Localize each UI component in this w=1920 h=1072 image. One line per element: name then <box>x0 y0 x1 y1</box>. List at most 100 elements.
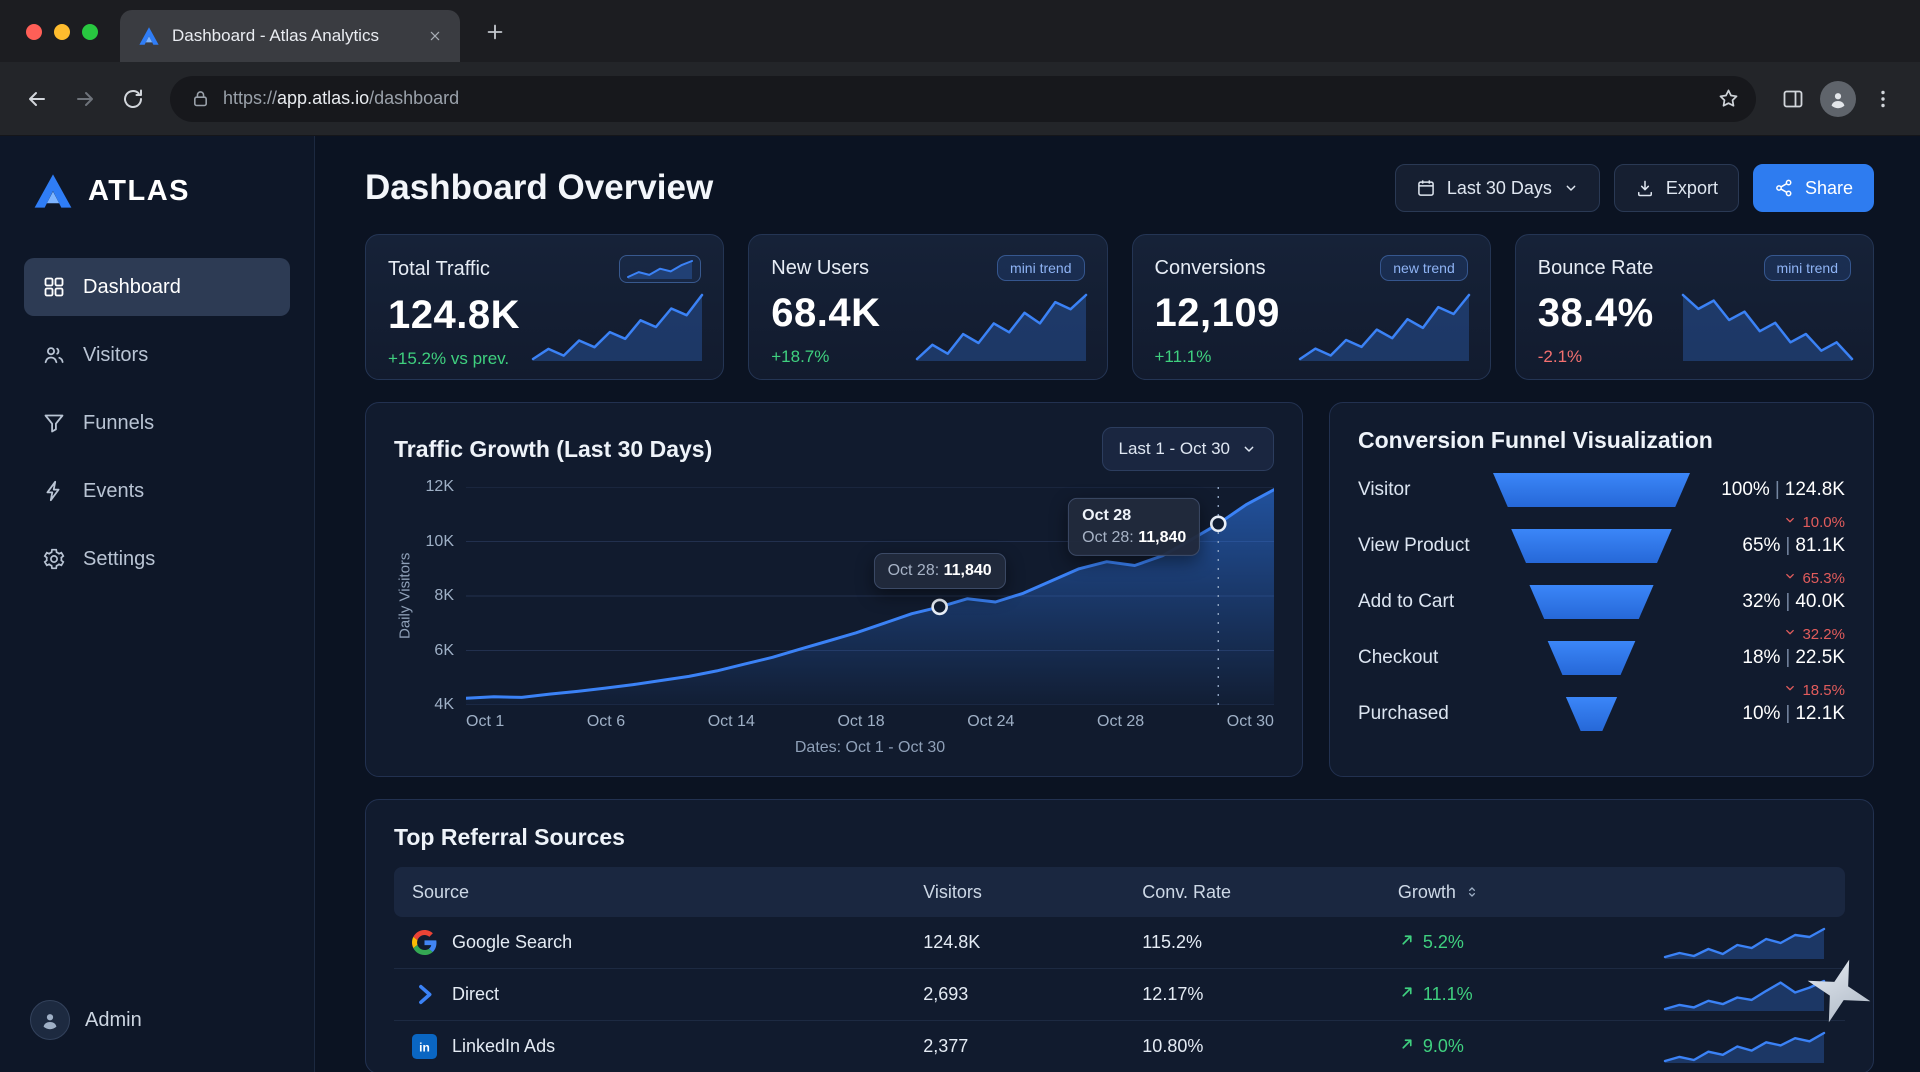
funnel-stage-values: 18%|22.5K <box>1690 647 1845 669</box>
funnel-stage-label: Visitor <box>1358 479 1493 501</box>
referral-source-name: Direct <box>452 984 499 1005</box>
funnel-segment[interactable] <box>1493 697 1690 731</box>
kpi-label: Total Traffic <box>388 258 490 281</box>
funnel-segment[interactable] <box>1493 529 1690 563</box>
sidebar-item-label: Settings <box>83 548 155 571</box>
reload-button[interactable] <box>112 78 154 120</box>
funnel-title: Conversion Funnel Visualization <box>1358 427 1845 454</box>
user-label: Admin <box>85 1009 142 1032</box>
traffic-growth-card: Traffic Growth (Last 30 Days) Last 1 - O… <box>365 402 1303 777</box>
back-button[interactable] <box>16 78 58 120</box>
window-controls <box>26 24 98 40</box>
sidebar-item-label: Funnels <box>83 412 154 435</box>
kpi-sparkline <box>1297 292 1472 367</box>
export-button[interactable]: Export <box>1614 164 1739 212</box>
sidebar-item-label: Events <box>83 480 144 503</box>
sidebar-item-settings[interactable]: Settings <box>24 530 290 588</box>
users-icon <box>42 343 66 367</box>
kpi-label: Bounce Rate <box>1538 257 1654 280</box>
sidebar-item-funnels[interactable]: Funnels <box>24 394 290 452</box>
referrals-title: Top Referral Sources <box>394 824 1845 851</box>
chart-range-label: Last 1 - Oct 30 <box>1119 439 1231 459</box>
conversion-funnel-card: Conversion Funnel Visualization Visitor … <box>1329 402 1874 777</box>
funnel-segment[interactable] <box>1493 641 1690 675</box>
kpi-card-new-users[interactable]: New Users mini trend 68.4K +18.7% <box>748 234 1107 380</box>
sidebar-item-dashboard[interactable]: Dashboard <box>24 258 290 316</box>
funnel-rows: Visitor 100%|124.8K 10.0% View Product 6… <box>1358 472 1845 732</box>
browser-tab[interactable]: Dashboard - Atlas Analytics <box>120 10 460 62</box>
kpi-trend-badge: mini trend <box>1764 255 1851 281</box>
kpi-card-total-traffic[interactable]: Total Traffic 124.8K +15.2% vs prev. <box>365 234 724 380</box>
address-bar[interactable]: https://app.atlas.io/dashboard <box>170 76 1756 122</box>
bookmark-star-icon[interactable] <box>1717 87 1740 110</box>
forward-button[interactable] <box>64 78 106 120</box>
page-title: Dashboard Overview <box>365 168 713 208</box>
y-tick: 10K <box>426 533 454 551</box>
row-sparkline <box>1662 926 1827 960</box>
referral-row-direct[interactable]: Direct 2,693 12.17% 11.1% <box>394 969 1845 1021</box>
funnel-stage-label: Purchased <box>1358 703 1493 725</box>
window-close-button[interactable] <box>26 24 42 40</box>
referral-source-name: Google Search <box>452 932 572 953</box>
chart-range-selector[interactable]: Last 1 - Oct 30 <box>1102 427 1275 471</box>
y-tick: 6K <box>434 642 454 660</box>
user-avatar <box>30 1000 70 1040</box>
sidebar-item-events[interactable]: Events <box>24 462 290 520</box>
browser-tab-strip: Dashboard - Atlas Analytics <box>0 0 1920 62</box>
referral-conv-rate: 115.2% <box>1142 932 1398 953</box>
kpi-card-bounce-rate[interactable]: Bounce Rate mini trend 38.4% -2.1% <box>1515 234 1874 380</box>
sidebar-item-visitors[interactable]: Visitors <box>24 326 290 384</box>
share-button[interactable]: Share <box>1753 164 1874 212</box>
profile-avatar[interactable] <box>1820 81 1856 117</box>
referral-conv-rate: 12.17% <box>1142 984 1398 1005</box>
x-tick: Oct 1 <box>466 713 504 731</box>
row-sparkline <box>1662 1030 1827 1064</box>
kpi-label: New Users <box>771 257 869 280</box>
side-panel-icon[interactable] <box>1772 78 1814 120</box>
referral-sources-card: Top Referral Sources Source Visitors Con… <box>365 799 1874 1072</box>
window-zoom-button[interactable] <box>82 24 98 40</box>
funnel-segment[interactable] <box>1493 585 1690 619</box>
menu-kebab-icon[interactable] <box>1862 78 1904 120</box>
funnel-segment[interactable] <box>1493 473 1690 507</box>
page-header: Dashboard Overview Last 30 Days Export S… <box>365 164 1874 212</box>
column-visitors: Visitors <box>923 882 1142 903</box>
main-content: Dashboard Overview Last 30 Days Export S… <box>315 136 1920 1072</box>
window-minimize-button[interactable] <box>54 24 70 40</box>
column-conv-rate: Conv. Rate <box>1142 882 1398 903</box>
google-icon <box>412 930 437 955</box>
referral-conv-rate: 10.80% <box>1142 1036 1398 1057</box>
traffic-chart-title: Traffic Growth (Last 30 Days) <box>394 436 712 463</box>
sort-icon <box>1464 884 1480 900</box>
funnel-stage-add-to-cart: Add to Cart 32%|40.0K 32.2% <box>1358 584 1845 620</box>
x-tick: Oct 30 <box>1227 713 1274 731</box>
x-tick: Oct 28 <box>1097 713 1144 731</box>
header-actions: Last 30 Days Export Share <box>1395 164 1874 212</box>
referral-visitors: 2,377 <box>923 1036 1142 1057</box>
referral-row-linkedin-ads[interactable]: in LinkedIn Ads 2,377 10.80% 9.0% <box>394 1021 1845 1072</box>
funnel-stage-visitor: Visitor 100%|124.8K 10.0% <box>1358 472 1845 508</box>
funnel-stage-checkout: Checkout 18%|22.5K 18.5% <box>1358 640 1845 676</box>
new-tab-button[interactable] <box>480 17 510 47</box>
sidebar-user[interactable]: Admin <box>24 1000 290 1040</box>
sidebar-item-label: Dashboard <box>83 276 181 299</box>
brand-name: ATLAS <box>88 175 190 208</box>
direct-icon <box>412 982 437 1007</box>
tab-close-icon[interactable] <box>422 23 448 49</box>
kpi-row: Total Traffic 124.8K +15.2% vs prev. New… <box>365 234 1874 380</box>
tab-title: Dashboard - Atlas Analytics <box>172 26 410 46</box>
column-growth[interactable]: Growth <box>1398 882 1617 903</box>
kpi-trend-badge: mini trend <box>997 255 1084 281</box>
browser-window: Dashboard - Atlas Analytics https://app.… <box>0 0 1920 1072</box>
row-sparkline <box>1662 978 1827 1012</box>
kpi-card-conversions[interactable]: Conversions new trend 12,109 +11.1% <box>1132 234 1491 380</box>
funnel-icon <box>42 411 66 435</box>
atlas-favicon-icon <box>138 25 160 47</box>
sidebar-item-label: Visitors <box>83 344 148 367</box>
sidebar-nav: Dashboard Visitors Funnels Events Settin… <box>24 258 290 588</box>
browser-toolbar: https://app.atlas.io/dashboard <box>0 62 1920 136</box>
date-range-button[interactable]: Last 30 Days <box>1395 164 1600 212</box>
share-icon <box>1774 178 1794 198</box>
referral-row-google-search[interactable]: Google Search 124.8K 115.2% 5.2% <box>394 917 1845 969</box>
y-axis-ticks: 12K10K8K6K4K <box>416 487 466 705</box>
